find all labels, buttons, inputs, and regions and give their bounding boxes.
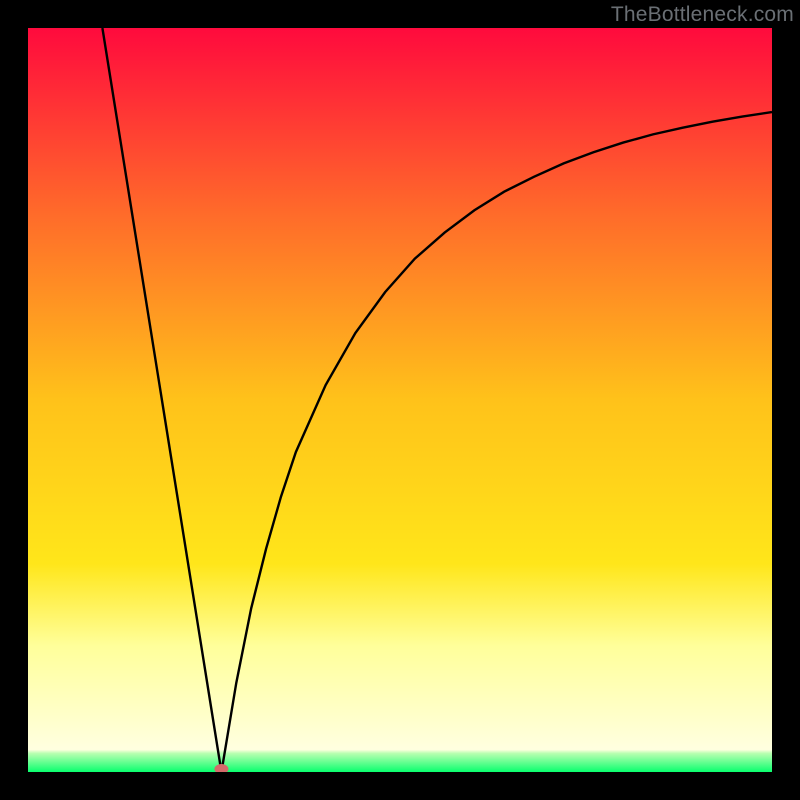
bottleneck-chart <box>28 28 772 772</box>
watermark-text: TheBottleneck.com <box>611 3 794 27</box>
chart-frame <box>28 28 772 772</box>
gradient-background <box>28 28 772 772</box>
